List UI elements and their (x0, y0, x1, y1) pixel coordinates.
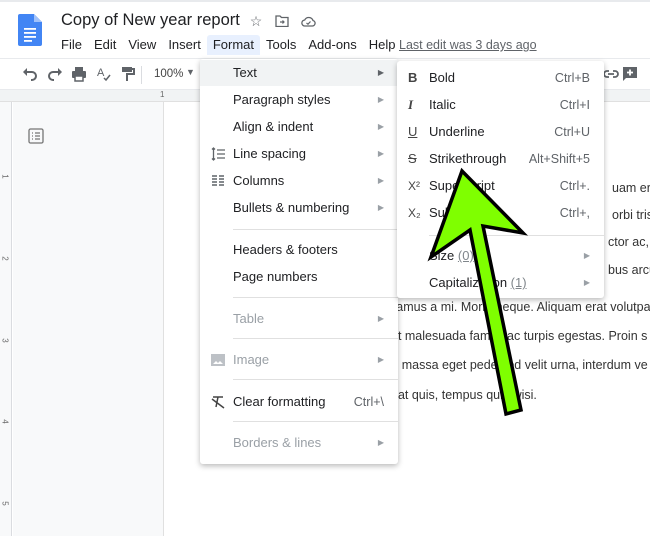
star-icon[interactable]: ☆ (248, 13, 264, 29)
add-comment-icon[interactable] (622, 66, 638, 82)
document-text-line: c massa eget pede sed velit urna, interd… (392, 358, 648, 372)
format-menu-paragraph-styles[interactable]: Paragraph styles ▶ (200, 87, 398, 113)
submenu-arrow-icon: ▶ (377, 355, 384, 364)
text-menu-subscript[interactable]: X₂ Subscript Ctrl+, (397, 200, 604, 226)
menu-divider (233, 379, 398, 380)
toolbar-divider (141, 66, 142, 84)
format-menu-page-numbers[interactable]: Page numbers (200, 264, 398, 290)
text-menu-superscript[interactable]: X² Superscript Ctrl+. (397, 173, 604, 199)
document-text-line: ctor ac, a (608, 235, 650, 249)
format-menu-clear-formatting[interactable]: Clear formatting Ctrl+\ (200, 389, 398, 415)
image-icon (211, 354, 225, 366)
format-menu-text[interactable]: Text ▶ (200, 60, 398, 86)
bold-icon: B (408, 70, 418, 85)
submenu-arrow-icon: ▶ (583, 278, 590, 287)
document-text-line: uat quis, tempus quis wisi. (391, 388, 537, 402)
subscript-icon: X₂ (408, 206, 421, 220)
submenu-arrow-icon: ▶ (377, 176, 384, 185)
chevron-down-icon[interactable]: ▼ (186, 67, 195, 77)
menu-bar: File Edit View Insert Format Tools Add-o… (55, 35, 402, 55)
submenu-arrow-icon: ▶ (377, 203, 384, 212)
document-text-line: vamus a mi. Morbi neque. Aliquam erat vo… (390, 300, 650, 314)
format-menu-table: Table ▶ (200, 306, 398, 332)
submenu-arrow-icon: ▶ (377, 122, 384, 131)
format-menu-columns[interactable]: Columns ▶ (200, 168, 398, 194)
format-menu-bullets-numbering[interactable]: Bullets & numbering ▶ (200, 195, 398, 221)
text-menu-bold[interactable]: B Bold Ctrl+B (397, 65, 604, 91)
docs-logo-icon[interactable] (18, 14, 42, 46)
vertical-ruler[interactable]: 1 2 3 4 5 (0, 102, 12, 536)
paint-format-icon[interactable] (119, 66, 135, 82)
print-icon[interactable] (71, 66, 87, 82)
last-edit-link[interactable]: Last edit was 3 days ago (399, 38, 537, 52)
menu-add-ons[interactable]: Add-ons (302, 35, 362, 55)
document-outline-icon[interactable] (28, 128, 44, 144)
submenu-arrow-icon: ▶ (377, 314, 384, 323)
undo-icon[interactable] (22, 66, 38, 82)
text-menu-strikethrough[interactable]: S Strikethrough Alt+Shift+5 (397, 146, 604, 172)
menu-divider (233, 421, 398, 422)
submenu-arrow-icon: ▶ (583, 251, 590, 260)
zoom-select[interactable]: 100% (154, 68, 183, 80)
menu-tools[interactable]: Tools (260, 35, 302, 55)
document-text-line: orbi trist (612, 208, 650, 222)
document-text-line: et malesuada fames ac turpis egestas. Pr… (391, 329, 648, 343)
document-text-line: uam erat (612, 181, 650, 195)
redo-icon[interactable] (47, 66, 63, 82)
clear-formatting-icon (211, 396, 225, 409)
format-menu-headers-footers[interactable]: Headers & footers (200, 237, 398, 263)
menu-divider (233, 229, 398, 230)
submenu-arrow-icon: ▶ (377, 438, 384, 447)
link-icon[interactable] (603, 66, 619, 82)
superscript-icon: X² (408, 179, 420, 193)
menu-divider (429, 235, 604, 236)
spellcheck-icon[interactable]: A (96, 66, 112, 82)
cloud-saved-icon[interactable] (300, 13, 316, 29)
document-title[interactable]: Copy of New year report (61, 11, 240, 30)
menu-file[interactable]: File (55, 35, 88, 55)
format-menu-line-spacing[interactable]: Line spacing ▶ (200, 141, 398, 167)
format-menu-align-indent[interactable]: Align & indent ▶ (200, 114, 398, 140)
menu-divider (233, 338, 398, 339)
svg-text:A: A (97, 67, 105, 79)
document-canvas-margin (13, 102, 163, 536)
menu-format[interactable]: Format (206, 35, 260, 55)
google-docs-window: Copy of New year report ☆ File Edit View… (0, 0, 650, 536)
menu-edit[interactable]: Edit (88, 35, 122, 55)
format-menu: Text ▶ Paragraph styles ▶ Align & indent… (200, 59, 398, 464)
format-menu-borders-lines: Borders & lines ▶ (200, 430, 398, 456)
submenu-arrow-icon: ▶ (377, 149, 384, 158)
title-bar: Copy of New year report ☆ File Edit View… (0, 0, 650, 58)
document-text-line: bus arcu (608, 263, 650, 277)
text-menu-italic[interactable]: I Italic Ctrl+I (397, 92, 604, 118)
submenu-arrow-icon: ▶ (377, 95, 384, 104)
menu-insert[interactable]: Insert (162, 35, 207, 55)
menu-divider (233, 297, 398, 298)
menu-view[interactable]: View (122, 35, 162, 55)
italic-icon: I (408, 97, 414, 112)
text-menu-capitalization[interactable]: Capitalization (1) ▶ (397, 270, 604, 296)
strikethrough-icon: S (408, 151, 417, 166)
text-menu-size[interactable]: Size (0) ▶ (397, 243, 604, 269)
text-menu-underline[interactable]: U Underline Ctrl+U (397, 119, 604, 145)
columns-icon (212, 175, 224, 186)
format-menu-image: Image ▶ (200, 347, 398, 373)
menu-help[interactable]: Help (363, 35, 402, 55)
submenu-arrow-icon: ▶ (377, 68, 384, 77)
move-to-folder-icon[interactable] (274, 13, 290, 29)
text-submenu: B Bold Ctrl+B I Italic Ctrl+I U Underlin… (397, 61, 604, 298)
underline-icon: U (408, 124, 418, 139)
line-spacing-icon (211, 147, 225, 161)
